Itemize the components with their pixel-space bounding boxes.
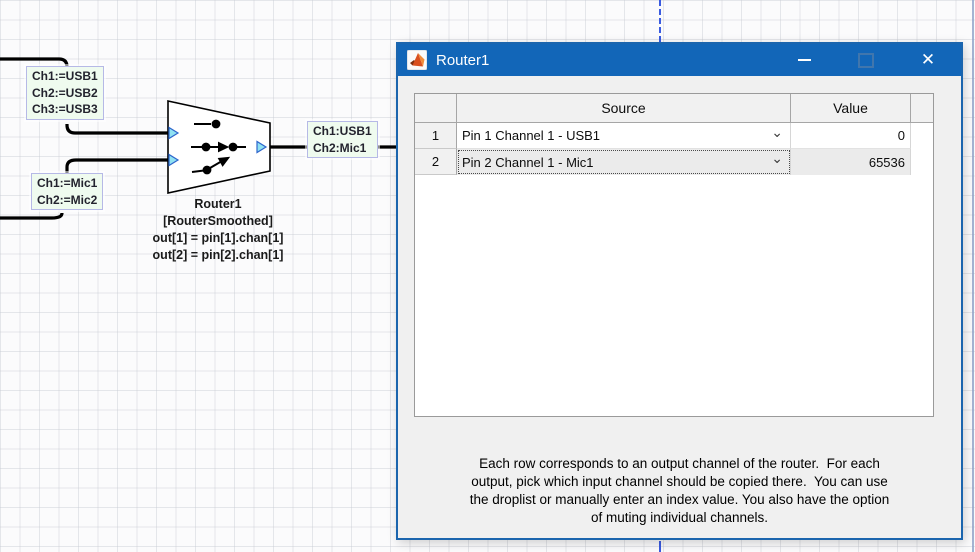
dialog-titlebar[interactable]: Router1 ✕	[398, 44, 961, 76]
table-row: 1 Pin 1 Channel 1 - USB1 ⌄ 0	[415, 123, 933, 149]
label-line: Ch3:=USB3	[32, 101, 98, 118]
router-type: [RouterSmoothed]	[88, 213, 348, 230]
router-name: Router1	[88, 196, 348, 213]
chevron-down-icon[interactable]: ⌄	[771, 150, 783, 167]
header-gutter	[911, 94, 933, 123]
description-line: the droplist or manually enter an index …	[410, 491, 949, 509]
maximize-button	[835, 44, 897, 76]
schematic-canvas: Ch1:=USB1 Ch2:=USB2 Ch3:=USB3 Ch1:=Mic1 …	[0, 0, 975, 552]
header-value[interactable]: Value	[791, 94, 911, 123]
maximize-icon	[858, 53, 874, 68]
table-header-row: Source Value	[415, 94, 933, 123]
label-line: Ch1:=USB1	[32, 68, 98, 85]
routing-table: Source Value 1 Pin 1 Channel 1 - USB1 ⌄ …	[414, 93, 934, 417]
minimize-icon	[798, 59, 811, 61]
value-cell[interactable]: 65536	[791, 149, 911, 175]
label-line: Ch2:=USB2	[32, 85, 98, 102]
label-line: Ch1:=Mic1	[37, 175, 97, 192]
router-mapping-1: out[1] = pin[1].chan[1]	[88, 230, 348, 247]
router-block-caption: Router1 [RouterSmoothed] out[1] = pin[1]…	[88, 196, 348, 264]
row-index: 1	[415, 123, 457, 149]
source-value: Pin 2 Channel 1 - Mic1	[462, 155, 594, 170]
dialog-description: Each row corresponds to an output channe…	[410, 455, 949, 527]
wire-usb-to-router[interactable]	[67, 124, 170, 133]
label-line: Ch1:USB1	[313, 123, 372, 140]
wire-mic-into-label[interactable]	[0, 213, 62, 218]
description-line: Each row corresponds to an output channe…	[410, 455, 949, 473]
router-output-label[interactable]: Ch1:USB1 Ch2:Mic1	[307, 121, 378, 158]
page-break-line	[659, 541, 661, 552]
page-break-line	[659, 0, 661, 42]
matlab-logo-icon	[407, 50, 427, 70]
minimize-button[interactable]	[773, 44, 835, 76]
header-source[interactable]: Source	[457, 94, 791, 123]
source-dropdown[interactable]: Pin 1 Channel 1 - USB1 ⌄	[457, 123, 791, 149]
dialog-title: Router1	[436, 52, 773, 69]
table-row: 2 Pin 2 Channel 1 - Mic1 ⌄ 65536	[415, 149, 933, 175]
source-dropdown[interactable]: Pin 2 Channel 1 - Mic1 ⌄	[457, 149, 791, 175]
canvas-edge-line	[972, 0, 974, 552]
close-button[interactable]: ✕	[897, 44, 959, 76]
header-index	[415, 94, 457, 123]
label-line: Ch2:Mic1	[313, 140, 372, 157]
description-line: output, pick which input channel should …	[410, 473, 949, 491]
router-mapping-2: out[2] = pin[2].chan[1]	[88, 247, 348, 264]
usb-channels-label[interactable]: Ch1:=USB1 Ch2:=USB2 Ch3:=USB3	[26, 66, 104, 120]
description-line: of muting individual channels.	[410, 509, 949, 527]
value-cell[interactable]: 0	[791, 123, 911, 149]
chevron-down-icon[interactable]: ⌄	[771, 124, 783, 141]
row-index: 2	[415, 149, 457, 175]
router-properties-dialog: Router1 ✕ Source Value 1 Pin 1 Channel 1…	[396, 42, 963, 540]
source-value: Pin 1 Channel 1 - USB1	[462, 128, 600, 143]
